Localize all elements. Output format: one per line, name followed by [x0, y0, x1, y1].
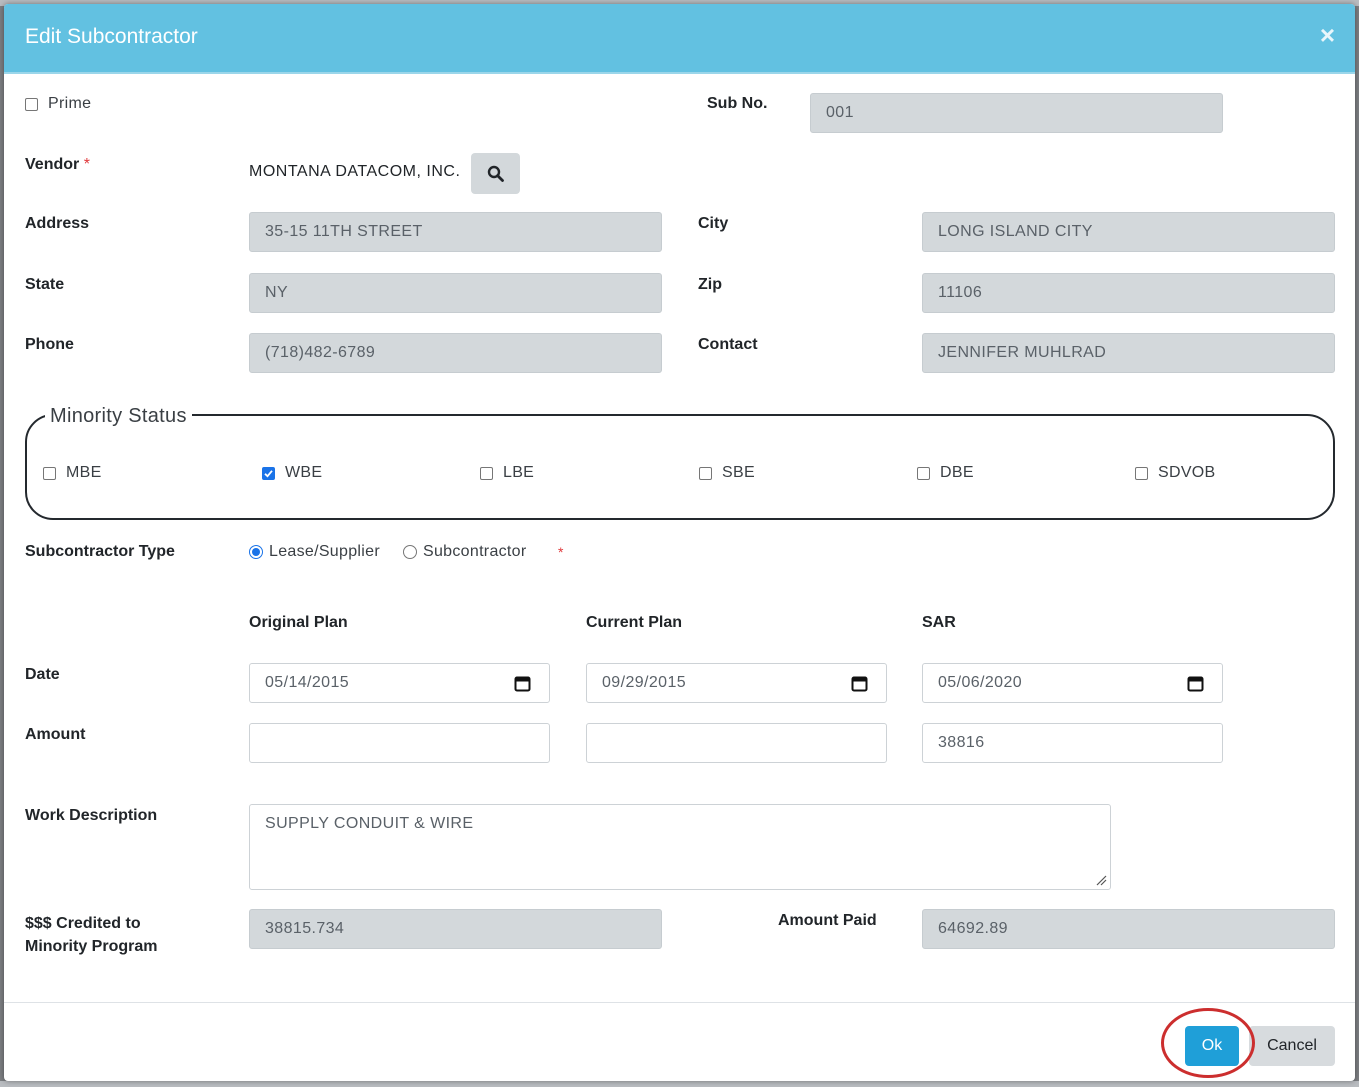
calendar-icon[interactable]: [514, 675, 531, 692]
dialog-title: Edit Subcontractor: [25, 25, 198, 48]
work-description-value: SUPPLY CONDUIT & WIRE: [265, 815, 474, 832]
prime-checkbox[interactable]: [25, 98, 38, 111]
zip-field[interactable]: 11106: [922, 273, 1335, 313]
required-marker: *: [558, 544, 564, 560]
sbe-checkbox[interactable]: [699, 467, 712, 480]
amount-label: Amount: [25, 726, 86, 743]
current-plan-amount-input[interactable]: [586, 723, 887, 763]
close-icon[interactable]: ×: [1320, 22, 1335, 48]
credited-label: $$$ Credited to Minority Program: [25, 915, 158, 955]
minority-status-legend: Minority Status: [45, 405, 192, 428]
address-label: Address: [25, 215, 90, 232]
original-plan-date-value: 05/14/2015: [265, 674, 350, 691]
zip-label: Zip: [698, 276, 722, 293]
address-field[interactable]: 35-15 11TH STREET: [249, 212, 662, 252]
subcontractor-option-label: Subcontractor: [423, 543, 527, 560]
checkmark-icon: [264, 470, 273, 478]
phone-label: Phone: [25, 336, 74, 353]
dialog-header: Edit Subcontractor ×: [4, 4, 1355, 74]
subcontractor-radio[interactable]: [403, 545, 417, 559]
prime-label: Prime: [48, 95, 92, 112]
edit-subcontractor-dialog: Edit Subcontractor × Prime Sub No. 001 V…: [4, 4, 1355, 1081]
state-field[interactable]: NY: [249, 273, 662, 313]
calendar-icon[interactable]: [1187, 675, 1204, 692]
work-description-textarea[interactable]: SUPPLY CONDUIT & WIRE: [249, 804, 1111, 890]
vendor-search-button[interactable]: [471, 153, 520, 194]
phone-field[interactable]: (718)482-6789: [249, 333, 662, 373]
city-label: City: [698, 215, 729, 232]
mbe-checkbox[interactable]: [43, 467, 56, 480]
vendor-name: MONTANA DATACOM, INC.: [249, 163, 461, 180]
city-field[interactable]: LONG ISLAND CITY: [922, 212, 1335, 252]
current-plan-date-input[interactable]: 09/29/2015: [586, 663, 887, 703]
mbe-label: MBE: [66, 464, 102, 481]
resize-handle-icon[interactable]: [1095, 874, 1107, 886]
lbe-checkbox[interactable]: [480, 467, 493, 480]
sdvob-checkbox[interactable]: [1135, 467, 1148, 480]
sar-date-input[interactable]: 05/06/2020: [922, 663, 1223, 703]
search-icon: [487, 165, 504, 182]
amount-paid-label: Amount Paid: [778, 912, 877, 929]
subcontractor-type-label: Subcontractor Type: [25, 543, 175, 560]
wbe-checkbox[interactable]: [262, 467, 275, 480]
sub-no-field[interactable]: 001: [810, 93, 1223, 133]
cancel-button[interactable]: Cancel: [1249, 1026, 1335, 1066]
sub-no-label: Sub No.: [707, 95, 768, 112]
sar-date-value: 05/06/2020: [938, 674, 1023, 691]
footer-divider: [4, 1002, 1355, 1003]
original-plan-date-input[interactable]: 05/14/2015: [249, 663, 550, 703]
contact-label: Contact: [698, 336, 758, 353]
vendor-label: Vendor *: [25, 156, 90, 173]
credited-field[interactable]: 38815.734: [249, 909, 662, 949]
work-description-label: Work Description: [25, 807, 158, 824]
background-app-strip-bottom: [0, 1081, 1359, 1087]
original-plan-header: Original Plan: [249, 614, 348, 631]
lease-supplier-label: Lease/Supplier: [269, 543, 380, 560]
sar-header: SAR: [922, 614, 956, 631]
current-plan-header: Current Plan: [586, 614, 683, 631]
dbe-checkbox[interactable]: [917, 467, 930, 480]
ok-button[interactable]: Ok: [1185, 1026, 1239, 1066]
lease-supplier-radio[interactable]: [249, 545, 263, 559]
current-plan-date-value: 09/29/2015: [602, 674, 687, 691]
sdvob-label: SDVOB: [1158, 464, 1216, 481]
wbe-label: WBE: [285, 464, 323, 481]
sbe-label: SBE: [722, 464, 755, 481]
contact-field[interactable]: JENNIFER MUHLRAD: [922, 333, 1335, 373]
dbe-label: DBE: [940, 464, 974, 481]
amount-paid-field[interactable]: 64692.89: [922, 909, 1335, 949]
state-label: State: [25, 276, 65, 293]
lbe-label: LBE: [503, 464, 535, 481]
sar-amount-input[interactable]: 38816: [922, 723, 1223, 763]
date-label: Date: [25, 666, 60, 683]
calendar-icon[interactable]: [851, 675, 868, 692]
required-marker: *: [83, 156, 90, 173]
original-plan-amount-input[interactable]: [249, 723, 550, 763]
